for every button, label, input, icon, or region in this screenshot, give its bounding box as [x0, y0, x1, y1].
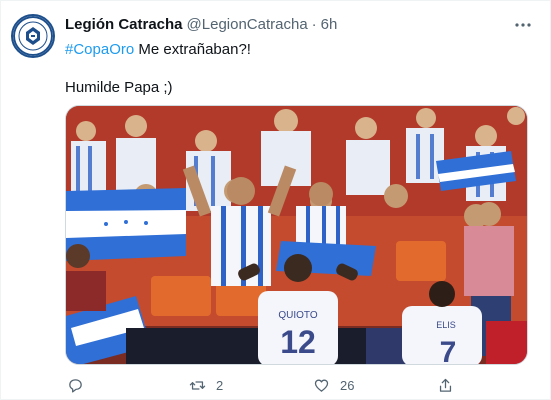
tweet-header: Legión Catracha @LegionCatracha · 6h [65, 16, 337, 36]
jersey-name-elis: ELIS [436, 320, 456, 330]
tweet-text: #CopaOro Me extrañaban?! [65, 40, 525, 60]
display-name[interactable]: Legión Catracha [65, 16, 183, 33]
tweet-text-line1: Me extrañaban?! [134, 41, 251, 58]
share-icon [439, 378, 452, 392]
share-button[interactable] [437, 374, 464, 396]
jersey-number-12: 12 [280, 324, 316, 360]
tweet-card[interactable]: Legión Catracha @LegionCatracha · 6h #Co… [0, 0, 551, 400]
reply-button[interactable] [67, 374, 94, 396]
reply-icon [69, 378, 82, 393]
tweet-timestamp[interactable]: 6h [321, 16, 338, 33]
jersey-name-quioto: QUIOTO [278, 310, 317, 321]
hashtag-link[interactable]: #CopaOro [65, 41, 134, 58]
retweet-button[interactable]: 2 [189, 374, 223, 396]
retweet-count: 2 [216, 377, 224, 393]
jersey-number-7: 7 [440, 336, 457, 365]
user-handle[interactable]: @LegionCatracha [187, 16, 308, 33]
stadium-celebration-photo: QUIOTO 12 ELIS 7 [66, 106, 527, 365]
heart-icon [314, 379, 329, 392]
like-count: 26 [340, 377, 355, 393]
separator-dot: · [311, 16, 317, 33]
avatar[interactable] [11, 14, 55, 58]
retweet-icon [189, 380, 206, 390]
tweet-actions: 2 26 [65, 374, 535, 396]
like-button[interactable]: 26 [313, 374, 354, 396]
more-options-icon[interactable] [511, 15, 535, 35]
tweet-photo[interactable]: QUIOTO 12 ELIS 7 [65, 105, 528, 365]
tweet-text-line2: Humilde Papa ;) [65, 79, 173, 96]
legion-catracha-logo-icon [13, 16, 53, 56]
